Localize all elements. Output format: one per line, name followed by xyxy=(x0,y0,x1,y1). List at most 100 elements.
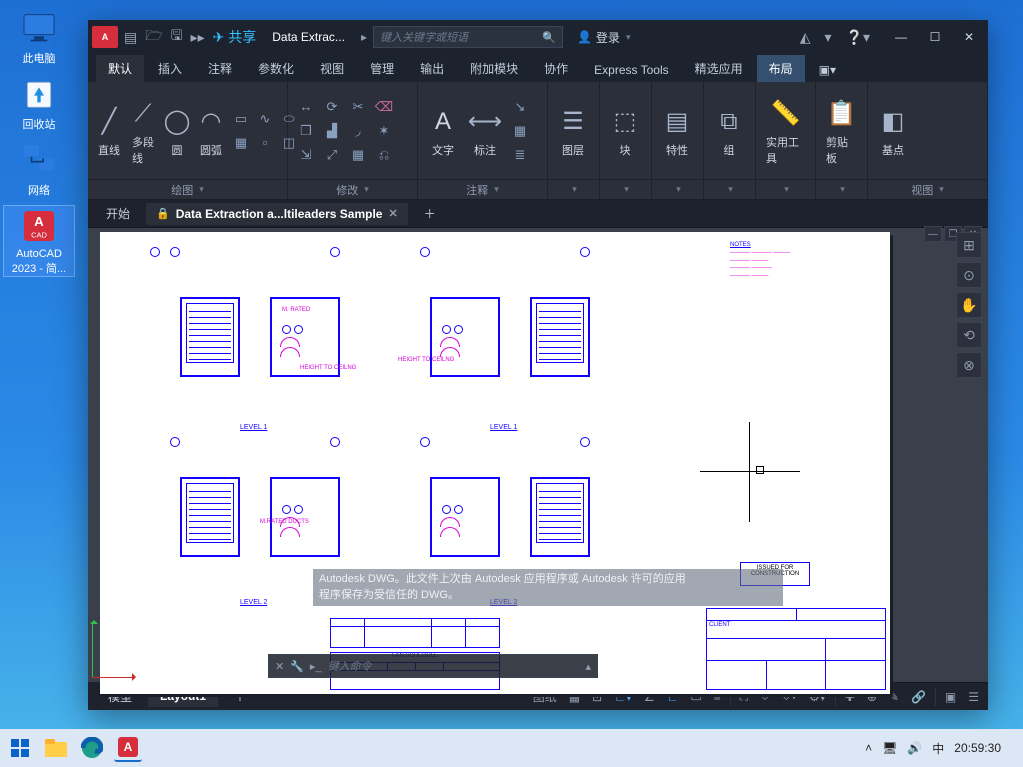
explorer-taskbar-icon[interactable] xyxy=(42,734,70,762)
command-line[interactable]: ✕ 🔧 ▸_ 键入命令 ▴ xyxy=(268,654,598,678)
orbit-icon[interactable]: ⟲ xyxy=(956,322,982,348)
chevron-down-icon[interactable]: ▾ xyxy=(572,184,577,195)
offset-icon[interactable]: ⎌ xyxy=(372,144,396,166)
user-login-button[interactable]: 👤 登录 ▾ xyxy=(577,29,631,46)
tab-express[interactable]: Express Tools xyxy=(582,58,680,82)
spline-icon[interactable]: ∿ xyxy=(254,108,276,130)
desktop-icon-recycle[interactable]: 回收站 xyxy=(4,74,74,132)
qat-save-icon[interactable]: 🖫 xyxy=(171,25,183,49)
tray-clock[interactable]: 20:59:30 xyxy=(954,741,1001,755)
block-button[interactable]: ⬚块 xyxy=(606,102,644,160)
table-icon[interactable]: ▦ xyxy=(508,120,532,142)
scale-icon[interactable]: ⤢ xyxy=(320,144,344,166)
cleanscreen-icon[interactable]: ▣ xyxy=(942,688,959,706)
cmd-close-icon[interactable]: ✕ xyxy=(275,660,284,673)
qat-new-icon[interactable]: ▤ xyxy=(124,29,137,46)
desktop-icon-network[interactable]: 网络 xyxy=(4,140,74,198)
tab-insert[interactable]: 插入 xyxy=(146,55,194,82)
desktop-icon-autocad[interactable]: ACAD AutoCAD 2023 - 简... xyxy=(4,206,74,276)
trim-icon[interactable]: ✂ xyxy=(346,96,370,118)
tray-chevron-icon[interactable]: ˄ xyxy=(865,741,872,755)
chevron-down-icon[interactable]: ▾ xyxy=(199,184,204,195)
file-tab-start[interactable]: 开始 xyxy=(96,201,140,226)
tray-network-icon[interactable]: 🖥 xyxy=(882,741,897,755)
tab-default[interactable]: 默认 xyxy=(96,55,144,82)
tab-collab[interactable]: 协作 xyxy=(532,55,580,82)
tab-annotate[interactable]: 注释 xyxy=(196,55,244,82)
autocad-taskbar-icon[interactable]: A xyxy=(114,734,142,762)
paste-button[interactable]: 📋剪贴板 xyxy=(822,94,861,168)
file-tab-document[interactable]: 🔒 Data Extraction a...ltileaders Sample … xyxy=(146,203,408,225)
explode-icon[interactable]: ✶ xyxy=(372,120,396,142)
line-button[interactable]: ╱直线 xyxy=(94,102,124,160)
baseview-button[interactable]: ◧基点 xyxy=(874,102,912,160)
tray-ime-indicator[interactable]: 中 xyxy=(932,740,944,757)
chevron-down-icon[interactable]: ▾ xyxy=(939,184,944,195)
point-icon[interactable]: ▫ xyxy=(254,132,276,154)
mdi-minimize-icon[interactable]: — xyxy=(924,226,942,242)
doc-dropdown-icon[interactable]: ▸ xyxy=(361,30,367,44)
isolate-icon[interactable]: 🔗 xyxy=(908,688,929,706)
qat-more-icon[interactable]: ▸▸ xyxy=(191,29,205,46)
rotate-icon[interactable]: ⟳ xyxy=(320,96,344,118)
chevron-down-icon[interactable]: ▾ xyxy=(784,184,789,195)
hatch-icon[interactable]: ▦ xyxy=(230,132,252,154)
group-button[interactable]: ⧉组 xyxy=(710,102,748,160)
copy-icon[interactable]: ❐ xyxy=(294,120,318,142)
drawing-canvas[interactable]: — ❐ ✕ M. RATED HEIGHT TO CEILNG LEVEL 1 xyxy=(88,228,988,682)
desktop-icon-thispc[interactable]: 此电脑 xyxy=(4,8,74,66)
rect-icon[interactable]: ▭ xyxy=(230,108,252,130)
minimize-button[interactable]: — xyxy=(886,23,916,51)
cmd-config-icon[interactable]: 🔧 xyxy=(290,660,304,673)
tab-context-icon[interactable]: ▣▾ xyxy=(807,58,848,82)
pan-icon[interactable]: ✋ xyxy=(956,292,982,318)
showmotion-icon[interactable]: ⊗ xyxy=(956,352,982,378)
tab-layout[interactable]: 布局 xyxy=(757,55,805,82)
cmd-expand-icon[interactable]: ▴ xyxy=(585,660,591,673)
tab-manage[interactable]: 管理 xyxy=(358,55,406,82)
autodesk-app-icon[interactable]: ◭ xyxy=(800,29,811,46)
polyline-button[interactable]: ⟋多段线 xyxy=(128,94,158,168)
chevron-down-icon[interactable]: ▾ xyxy=(624,184,629,195)
edge-taskbar-icon[interactable] xyxy=(78,734,106,762)
measure-button[interactable]: 📏实用工具 xyxy=(762,94,809,168)
search-input[interactable]: 键入关键字或短语 🔍 xyxy=(373,26,563,48)
paper-space[interactable]: M. RATED HEIGHT TO CEILNG LEVEL 1 HEIGHT… xyxy=(100,232,890,694)
fillet-icon[interactable]: ◞ xyxy=(346,120,370,142)
chevron-down-icon[interactable]: ▾ xyxy=(676,184,681,195)
mtext-icon[interactable]: ≣ xyxy=(508,144,532,166)
arc-button[interactable]: ◠圆弧 xyxy=(196,102,226,160)
close-button[interactable]: ✕ xyxy=(954,23,984,51)
chevron-down-icon[interactable]: ▾ xyxy=(364,184,369,195)
customize-icon[interactable]: ☰ xyxy=(965,688,982,706)
text-button[interactable]: A文字 xyxy=(424,102,462,160)
app-logo[interactable]: A xyxy=(92,26,118,48)
layer-button[interactable]: ☰图层 xyxy=(554,102,592,160)
move-icon[interactable]: ↔ xyxy=(294,96,318,118)
chevron-down-icon[interactable]: ▾ xyxy=(494,184,499,195)
array-icon[interactable]: ▦ xyxy=(346,144,370,166)
viewcube-icon[interactable]: ⊞ xyxy=(956,232,982,258)
steering-icon[interactable]: ⊙ xyxy=(956,262,982,288)
tab-view[interactable]: 视图 xyxy=(308,55,356,82)
stretch-icon[interactable]: ⇲ xyxy=(294,144,318,166)
tab-output[interactable]: 输出 xyxy=(408,55,456,82)
leader-icon[interactable]: ↘ xyxy=(508,96,532,118)
sync-icon[interactable]: ▾ xyxy=(825,29,832,46)
tab-featured[interactable]: 精选应用 xyxy=(683,55,755,82)
close-tab-icon[interactable]: ✕ xyxy=(388,207,397,220)
chevron-down-icon[interactable]: ▾ xyxy=(728,184,733,195)
help-icon[interactable]: ❔▾ xyxy=(846,29,870,46)
chevron-down-icon[interactable]: ▾ xyxy=(840,184,845,195)
maximize-button[interactable]: ☐ xyxy=(920,23,950,51)
qat-open-icon[interactable]: 🗁 xyxy=(145,25,162,49)
start-button[interactable] xyxy=(6,734,34,762)
dimension-button[interactable]: ⟷标注 xyxy=(466,102,504,160)
circle-button[interactable]: ◯圆 xyxy=(162,102,192,160)
tray-volume-icon[interactable]: 🔊 xyxy=(907,741,922,755)
erase-icon[interactable]: ⌫ xyxy=(372,96,396,118)
share-button[interactable]: ✈ 共享 xyxy=(213,27,257,47)
new-tab-button[interactable]: ＋ xyxy=(414,201,446,226)
tab-addins[interactable]: 附加模块 xyxy=(458,55,530,82)
mirror-icon[interactable]: ▟ xyxy=(320,120,344,142)
